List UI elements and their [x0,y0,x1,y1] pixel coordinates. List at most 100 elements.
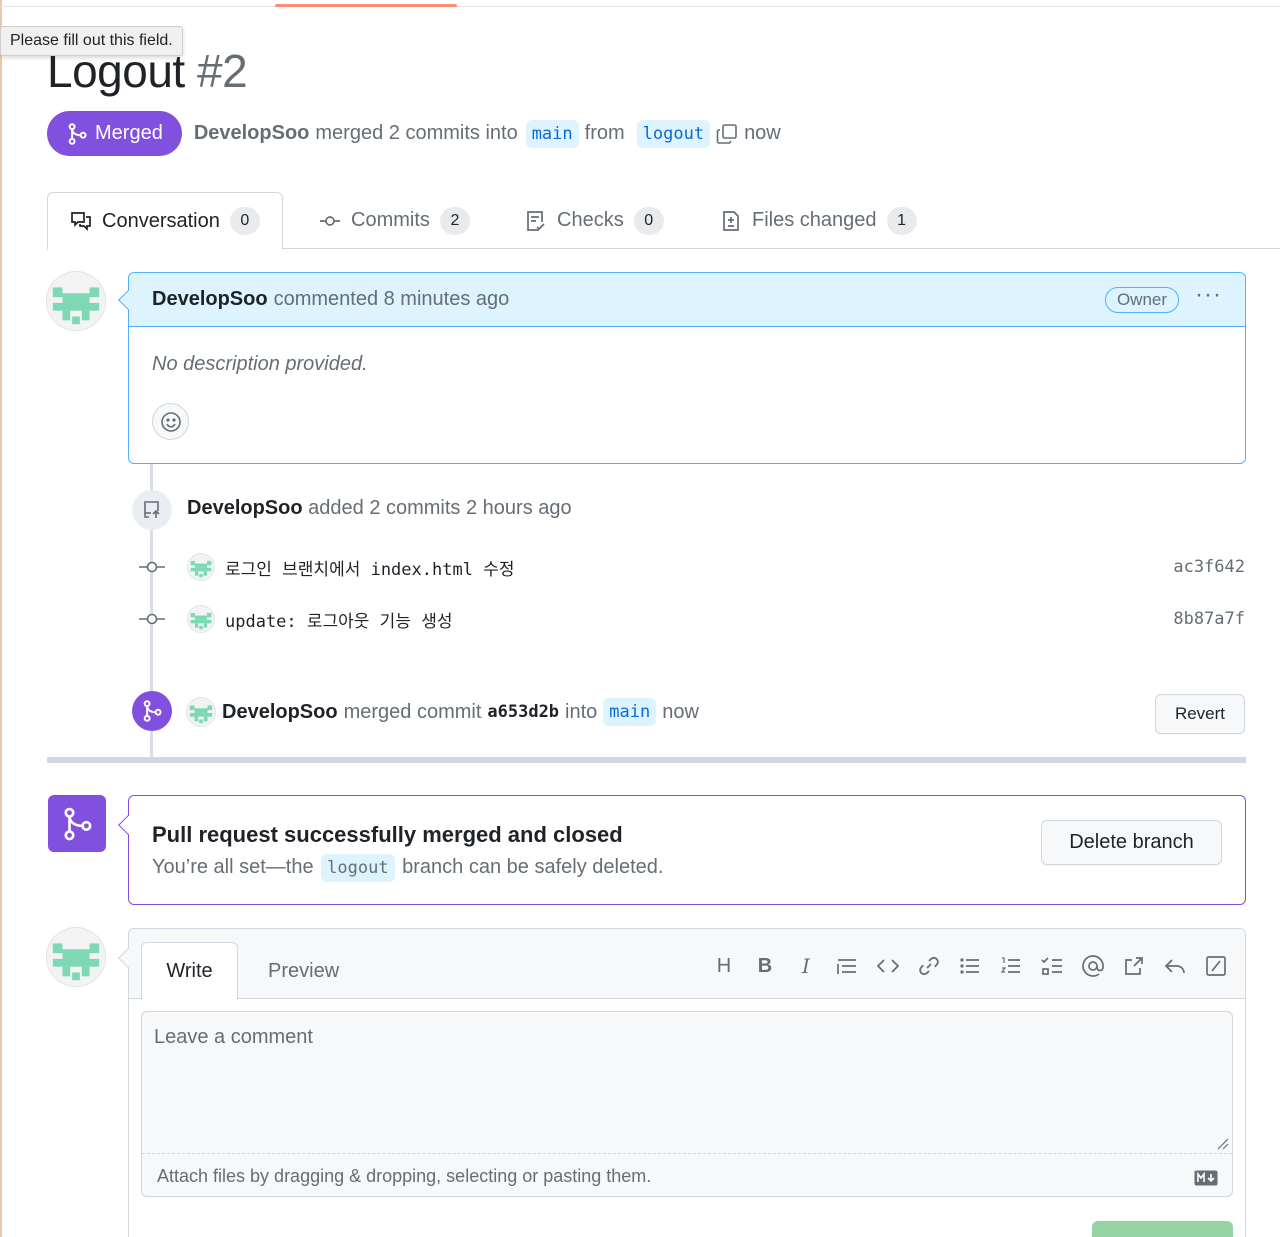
comment-card: DevelopSoo commented 8 minutes ago Owner… [118,272,1246,464]
tab-checks-count: 0 [633,206,664,235]
merge-commit-sha[interactable]: a653d2b [487,702,559,722]
list-item: 로그인 브랜치에서 index.html 수정 [187,553,514,581]
comment-discussion-icon [71,212,91,232]
deletable-branch[interactable]: logout [321,854,395,882]
merge-card-pointer [118,815,138,835]
more-options-icon[interactable]: ··· [1195,282,1222,310]
identicon [47,928,105,986]
avatar[interactable] [186,697,216,727]
comment-submit-button[interactable] [1092,1221,1233,1237]
head-branch[interactable]: logout [636,119,711,148]
merge-event-icon-wrap [132,691,172,731]
code-icon[interactable] [877,955,899,977]
avatar[interactable] [187,553,215,581]
quote-icon[interactable] [836,955,858,977]
comment-header: DevelopSoo commented 8 minutes ago Owner… [129,273,1245,327]
repo-push-icon [144,501,160,518]
reference-icon[interactable] [1123,955,1145,977]
pr-author-link[interactable]: DevelopSoo [194,122,310,145]
merge-icon [64,807,92,840]
copy-icon[interactable] [716,123,738,145]
revert-button[interactable]: Revert [1155,694,1245,734]
identicon [47,272,105,330]
active-nav-underline [275,4,457,7]
tab-conversation[interactable]: Conversation 0 [47,192,283,250]
comment-author[interactable]: DevelopSoo [152,288,268,311]
task-list-icon[interactable] [1041,955,1063,977]
comment-textarea[interactable]: Leave a comment Attach files by dragging… [141,1011,1233,1197]
top-nav-border [0,6,1280,7]
bulleted-list-icon[interactable] [959,955,981,977]
list-item: update: 로그아웃 기능 생성 [187,605,452,633]
commit-message-link[interactable]: 로그인 브랜치에서 index.html 수정 [225,555,514,580]
base-branch[interactable]: main [525,119,579,148]
reply-icon[interactable] [1164,955,1186,977]
validation-tooltip: Please fill out this field. [0,26,183,56]
from-text: from [584,122,625,144]
tab-files-changed-count: 1 [886,206,917,235]
tab-conversation-count: 0 [229,207,260,235]
status-badge: Merged [47,111,182,156]
merge-sub-pre: You’re all set—the [152,856,314,878]
tab-commits[interactable]: Commits 2 [319,192,470,249]
window-left-edge [0,0,2,1237]
merge-icon [68,122,87,145]
commit-message-link[interactable]: update: 로그아웃 기능 생성 [225,607,452,632]
tab-checks-label: Checks [557,209,624,231]
commit-icon [320,215,340,226]
pr-number: #2 [196,45,248,97]
delete-branch-button[interactable]: Delete branch [1041,820,1222,865]
tab-checks[interactable]: Checks 0 [525,192,664,249]
comment-action[interactable]: commented 8 minutes ago [274,288,510,311]
merged-status-icon-wrap [48,795,106,852]
editor-header: Write Preview H B I [129,929,1245,1000]
tab-commits-count: 2 [439,206,470,235]
mention-icon[interactable] [1082,955,1104,977]
timeline-separator [47,757,1246,763]
commits-event-author[interactable]: DevelopSoo [187,497,303,519]
merge-event-text: DevelopSoo merged commit a653d2b into ma… [186,697,699,727]
avatar[interactable] [187,605,215,633]
tab-commits-label: Commits [351,209,430,231]
identicon [190,560,212,578]
merge-event-pre: merged commit [343,700,482,723]
commit-sha-link[interactable]: ac3f642 [1173,557,1245,577]
push-event-icon-wrap [132,490,172,530]
slash-command-icon[interactable] [1205,955,1227,977]
comment-body: No description provided. [152,353,368,375]
tab-preview[interactable]: Preview [268,942,339,1000]
add-reaction-button[interactable] [152,403,189,440]
identicon [189,705,213,724]
pr-tabs: Conversation 0 Commits 2 Checks 0 Files … [47,192,1280,250]
tab-files-changed[interactable]: Files changed 1 [720,192,917,249]
bold-icon[interactable]: B [754,955,776,977]
merge-sub-post: branch can be safely deleted. [402,856,664,878]
merge-event-time: now [662,700,699,723]
comment-placeholder: Leave a comment [154,1026,313,1048]
commits-event-action: added 2 commits 2 hours ago [308,497,572,519]
tab-write[interactable]: Write [141,942,238,1000]
tab-files-changed-label: Files changed [752,209,877,231]
merge-branch[interactable]: main [603,698,657,726]
merge-event-author[interactable]: DevelopSoo [222,701,338,724]
merge-status-title: Pull request successfully merged and clo… [152,822,623,847]
file-diff-icon [723,210,739,231]
markdown-icon[interactable] [1194,1170,1218,1186]
numbered-list-icon[interactable] [1000,955,1022,977]
italic-icon[interactable]: I [795,954,817,978]
commit-sha-link[interactable]: 8b87a7f [1173,609,1245,629]
markdown-toolbar: H B I [713,954,1227,978]
heading-icon[interactable]: H [713,955,735,977]
attach-divider [142,1153,1232,1154]
resize-handle-icon[interactable] [1217,1138,1229,1150]
pr-summary-text: merged 2 commits into [315,122,518,144]
commits-event-text: DevelopSoo added 2 commits 2 hours ago [187,497,572,520]
commit-node-icon [139,613,165,625]
comment-editor: Write Preview H B I Leave a comment Atta… [118,928,1246,1237]
identicon [190,612,212,630]
link-icon[interactable] [918,955,940,977]
avatar[interactable] [46,927,106,987]
status-label: Merged [95,122,163,144]
avatar[interactable] [46,271,106,331]
attach-files-hint[interactable]: Attach files by dragging & dropping, sel… [157,1166,651,1187]
